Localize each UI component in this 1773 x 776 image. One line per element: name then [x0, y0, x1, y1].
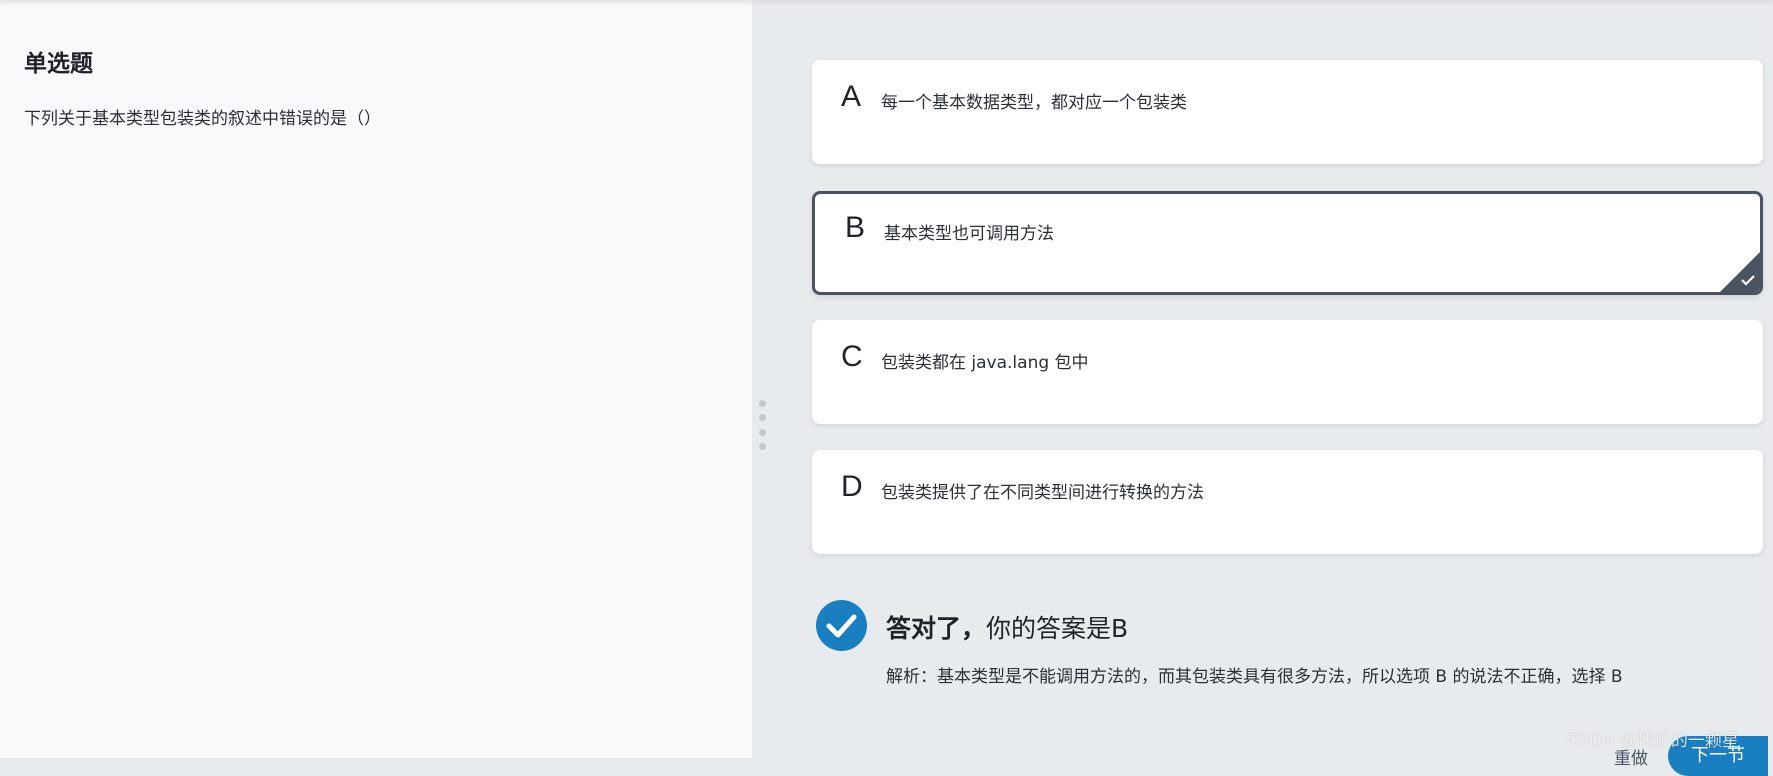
panel-resize-handle[interactable] [757, 400, 767, 450]
option-text: 基本类型也可调用方法 [884, 224, 1054, 244]
question-type-label: 单选题 [24, 51, 93, 77]
result-title: 答对了，你的答案是B [886, 609, 1128, 645]
vertical-dots-icon [758, 428, 766, 436]
watermark: CSDN @快乐的一颗星 [1566, 731, 1739, 751]
answer-explanation: 解析：基本类型是不能调用方法的，而其包装类具有很多方法，所以选项 B 的说法不正… [886, 667, 1623, 687]
option-letter: A [841, 80, 862, 113]
question-panel: 单选题 下列关于基本类型包装类的叙述中错误的是（） [0, 0, 752, 758]
check-circle-icon [816, 600, 867, 651]
option-text: 包装类提供了在不同类型间进行转换的方法 [881, 483, 1204, 503]
question-text: 下列关于基本类型包装类的叙述中错误的是（） [24, 109, 381, 129]
option-a[interactable]: A 每一个基本数据类型，都对应一个包装类 [812, 60, 1763, 164]
option-letter: C [841, 340, 863, 373]
option-letter: D [841, 470, 863, 503]
checkmark-icon [1739, 272, 1757, 290]
vertical-dots-icon [758, 442, 766, 450]
option-b[interactable]: B 基本类型也可调用方法 [812, 191, 1763, 295]
result-title-answer: 你的答案是B [986, 614, 1129, 643]
option-c[interactable]: C 包装类都在 java.lang 包中 [812, 320, 1763, 424]
option-text: 包装类都在 java.lang 包中 [881, 353, 1089, 373]
vertical-dots-icon [758, 400, 766, 407]
option-text: 每一个基本数据类型，都对应一个包装类 [881, 93, 1187, 113]
option-d[interactable]: D 包装类提供了在不同类型间进行转换的方法 [812, 450, 1763, 554]
vertical-dots-icon [758, 414, 766, 422]
option-letter: B [845, 211, 866, 244]
result-title-strong: 答对了， [886, 614, 987, 643]
